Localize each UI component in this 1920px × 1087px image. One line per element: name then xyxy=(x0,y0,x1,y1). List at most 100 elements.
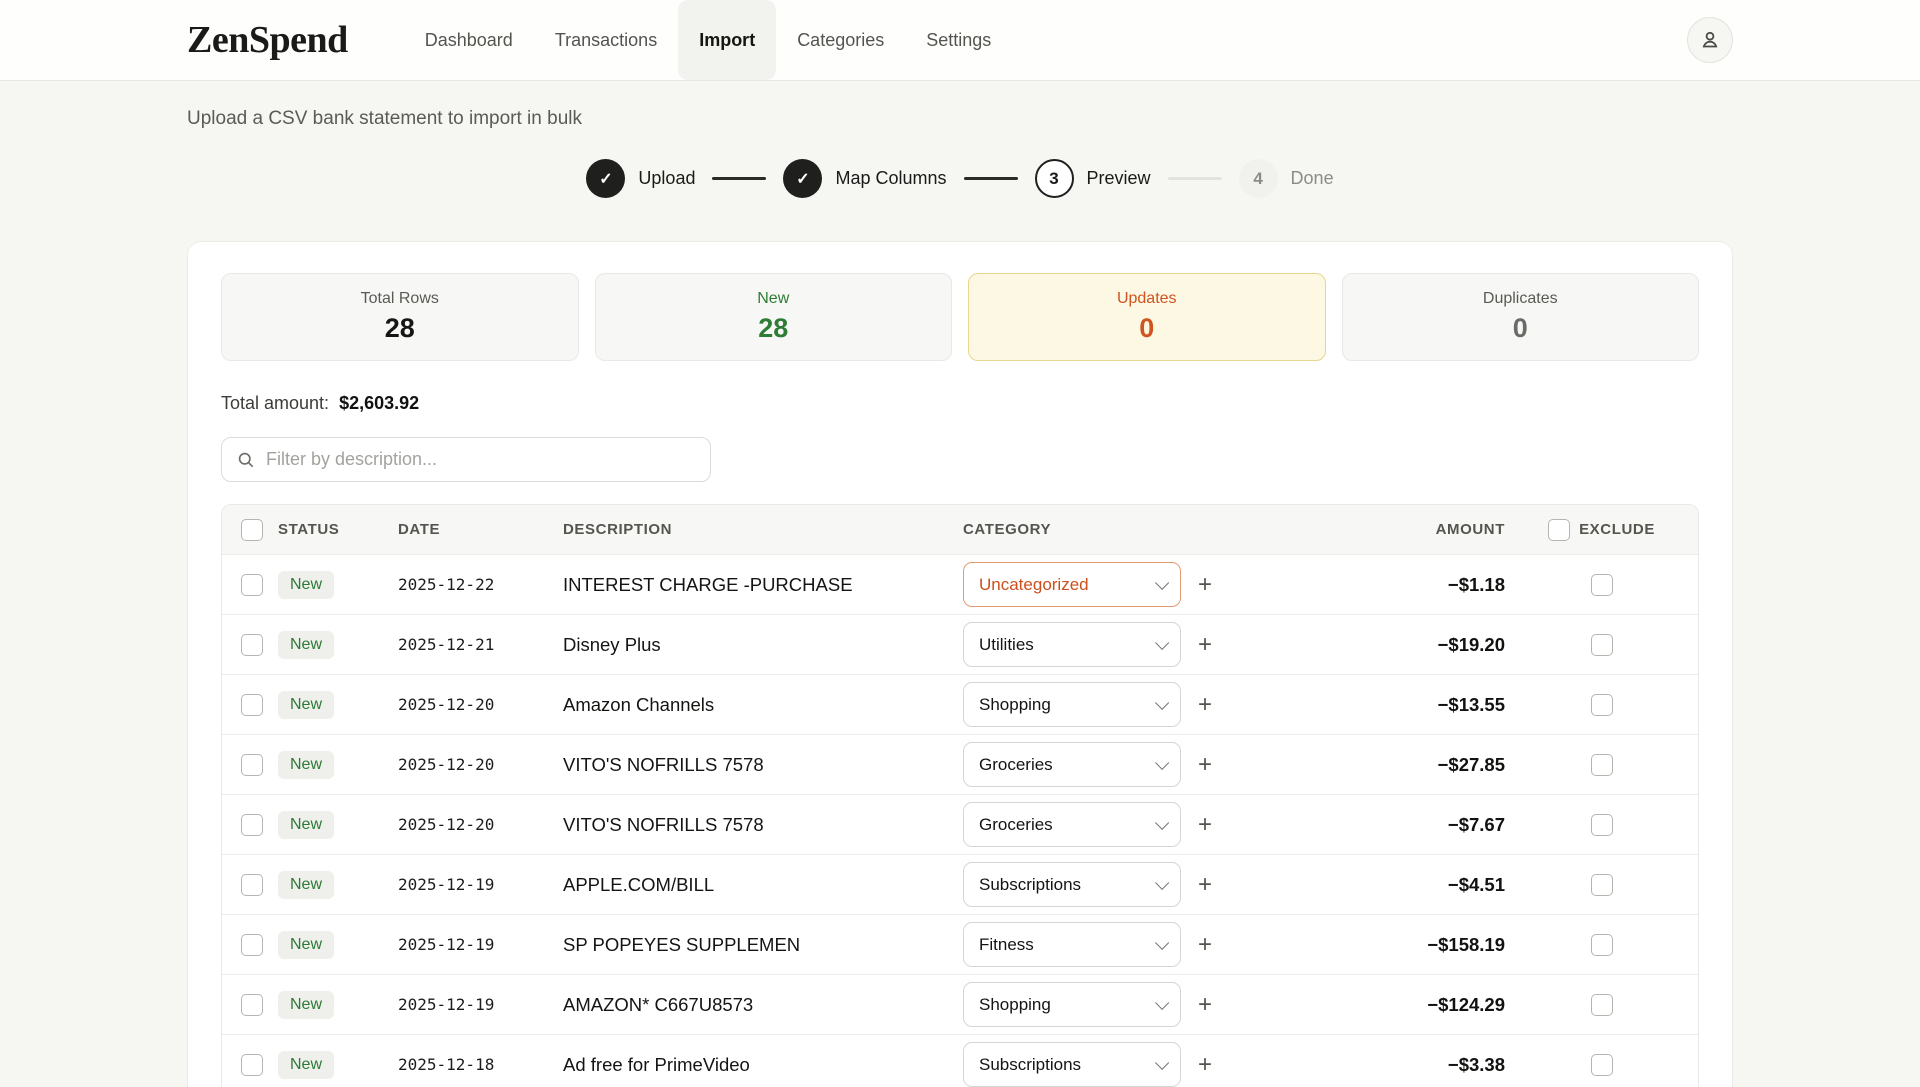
summary-cards: Total Rows 28 New 28 Updates 0 Duplicate… xyxy=(221,273,1699,361)
category-select[interactable]: Uncategorized xyxy=(963,562,1181,607)
nav-item-import[interactable]: Import xyxy=(678,0,776,80)
card-duplicates: Duplicates 0 xyxy=(1342,273,1700,361)
import-stepper: ✓ Upload ✓ Map Columns 3 Preview 4 Done xyxy=(187,159,1733,198)
nav-item-transactions[interactable]: Transactions xyxy=(534,0,678,80)
row-exclude-checkbox[interactable] xyxy=(1591,694,1613,716)
row-date: 2025-12-19 xyxy=(398,875,563,894)
status-badge: New xyxy=(278,811,334,839)
plus-icon: + xyxy=(1198,811,1212,838)
row-exclude-checkbox[interactable] xyxy=(1591,994,1613,1016)
row-date: 2025-12-18 xyxy=(398,1055,563,1074)
row-exclude-checkbox[interactable] xyxy=(1591,1054,1613,1076)
table-row: New 2025-12-20 Amazon Channels Shopping … xyxy=(222,674,1698,734)
row-select-checkbox[interactable] xyxy=(241,694,263,716)
row-exclude-checkbox[interactable] xyxy=(1591,634,1613,656)
card-label: Duplicates xyxy=(1483,290,1558,308)
table-row: New 2025-12-21 Disney Plus Utilities + −… xyxy=(222,614,1698,674)
row-date: 2025-12-20 xyxy=(398,695,563,714)
filter-field xyxy=(221,437,711,482)
row-select-checkbox[interactable] xyxy=(241,754,263,776)
row-exclude-checkbox[interactable] xyxy=(1591,874,1613,896)
nav-item-categories[interactable]: Categories xyxy=(776,0,905,80)
exclude-all-checkbox[interactable] xyxy=(1548,519,1570,541)
page-subtitle: Upload a CSV bank statement to import in… xyxy=(187,108,1733,130)
category-select[interactable]: Fitness xyxy=(963,922,1181,967)
category-select[interactable]: Shopping xyxy=(963,982,1181,1027)
add-category-button[interactable]: + xyxy=(1196,633,1214,657)
row-select-checkbox[interactable] xyxy=(241,814,263,836)
row-select-checkbox[interactable] xyxy=(241,574,263,596)
step-connector xyxy=(964,177,1018,180)
row-exclude-checkbox[interactable] xyxy=(1591,574,1613,596)
add-category-button[interactable]: + xyxy=(1196,573,1214,597)
brand-logo[interactable]: ZenSpend xyxy=(187,18,348,62)
transactions-table: Status Date Description Category Amount … xyxy=(221,504,1699,1087)
top-bar: ZenSpend Dashboard Transactions Import C… xyxy=(0,0,1920,81)
plus-icon: + xyxy=(1198,991,1212,1018)
step-preview: 3 Preview xyxy=(1035,159,1151,198)
row-exclude-checkbox[interactable] xyxy=(1591,754,1613,776)
chevron-down-icon xyxy=(1155,995,1169,1009)
nav-item-dashboard[interactable]: Dashboard xyxy=(404,0,534,80)
category-select[interactable]: Shopping xyxy=(963,682,1181,727)
step-upload: ✓ Upload xyxy=(586,159,695,198)
header-exclude: Exclude xyxy=(1579,521,1655,538)
category-select[interactable]: Groceries xyxy=(963,802,1181,847)
add-category-button[interactable]: + xyxy=(1196,873,1214,897)
add-category-button[interactable]: + xyxy=(1196,993,1214,1017)
step-map-columns: ✓ Map Columns xyxy=(783,159,946,198)
row-select-checkbox[interactable] xyxy=(241,634,263,656)
row-description: Amazon Channels xyxy=(563,694,963,716)
row-date: 2025-12-21 xyxy=(398,635,563,654)
row-select-checkbox[interactable] xyxy=(241,874,263,896)
user-menu-button[interactable] xyxy=(1687,17,1733,63)
nav-item-settings[interactable]: Settings xyxy=(905,0,1012,80)
table-row: New 2025-12-18 Ad free for PrimeVideo Su… xyxy=(222,1034,1698,1087)
add-category-button[interactable]: + xyxy=(1196,813,1214,837)
plus-icon: + xyxy=(1198,931,1212,958)
add-category-button[interactable]: + xyxy=(1196,693,1214,717)
add-category-button[interactable]: + xyxy=(1196,753,1214,777)
category-select[interactable]: Subscriptions xyxy=(963,1042,1181,1087)
chevron-down-icon xyxy=(1155,815,1169,829)
header-description: Description xyxy=(563,521,963,538)
category-select-value: Fitness xyxy=(979,935,1034,955)
category-select[interactable]: Utilities xyxy=(963,622,1181,667)
row-description: Ad free for PrimeVideo xyxy=(563,1054,963,1076)
filter-input[interactable] xyxy=(266,449,696,470)
plus-icon: + xyxy=(1198,871,1212,898)
row-exclude-checkbox[interactable] xyxy=(1591,814,1613,836)
total-amount-value: $2,603.92 xyxy=(339,393,419,413)
check-icon: ✓ xyxy=(796,169,809,189)
chevron-down-icon xyxy=(1155,575,1169,589)
card-label: Total Rows xyxy=(361,290,439,308)
plus-icon: + xyxy=(1198,751,1212,778)
table-row: New 2025-12-22 INTEREST CHARGE -PURCHASE… xyxy=(222,554,1698,614)
select-all-checkbox[interactable] xyxy=(241,519,263,541)
row-select-checkbox[interactable] xyxy=(241,994,263,1016)
table-body: New 2025-12-22 INTEREST CHARGE -PURCHASE… xyxy=(222,554,1698,1087)
header-amount: Amount xyxy=(1275,521,1505,538)
category-select-value: Subscriptions xyxy=(979,875,1081,895)
category-select-value: Subscriptions xyxy=(979,1055,1081,1075)
table-row: New 2025-12-19 AMAZON* C667U8573 Shoppin… xyxy=(222,974,1698,1034)
add-category-button[interactable]: + xyxy=(1196,933,1214,957)
status-badge: New xyxy=(278,931,334,959)
card-value: 0 xyxy=(1513,313,1528,344)
row-select-checkbox[interactable] xyxy=(241,1054,263,1076)
card-label: Updates xyxy=(1117,290,1177,308)
chevron-down-icon xyxy=(1155,695,1169,709)
add-category-button[interactable]: + xyxy=(1196,1053,1214,1077)
table-row: New 2025-12-20 VITO'S NOFRILLS 7578 Groc… xyxy=(222,794,1698,854)
step-4-label: Done xyxy=(1291,168,1334,189)
step-2-label: Map Columns xyxy=(835,168,946,189)
chevron-down-icon xyxy=(1155,875,1169,889)
row-select-checkbox[interactable] xyxy=(241,934,263,956)
category-select-value: Uncategorized xyxy=(979,575,1089,595)
row-exclude-checkbox[interactable] xyxy=(1591,934,1613,956)
category-select[interactable]: Groceries xyxy=(963,742,1181,787)
step-1-circle: ✓ xyxy=(586,159,625,198)
row-amount: −$19.20 xyxy=(1275,634,1505,656)
header-date: Date xyxy=(398,521,563,538)
category-select[interactable]: Subscriptions xyxy=(963,862,1181,907)
